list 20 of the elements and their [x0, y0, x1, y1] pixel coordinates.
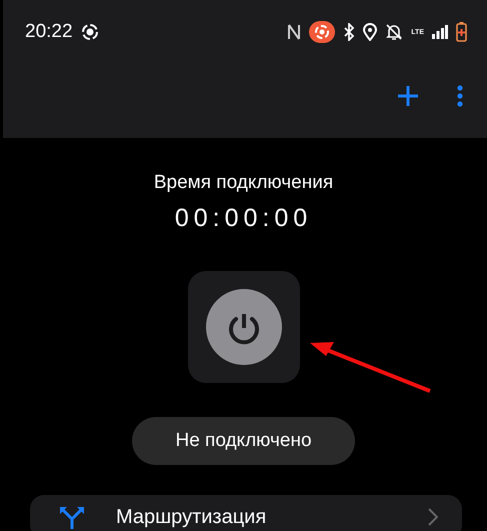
screen-record-icon	[309, 21, 336, 43]
menu-item[interactable]: Маршрутизация	[30, 495, 462, 531]
battery-icon	[456, 22, 467, 42]
chevron-right-icon	[428, 508, 438, 526]
status-time: 20:22	[25, 21, 73, 43]
power-button[interactable]	[188, 271, 300, 383]
connection-time-label: Время подключения	[154, 172, 334, 194]
signal-icon	[432, 25, 448, 39]
add-icon[interactable]	[397, 85, 419, 107]
connection-status-button[interactable]: Не подключено	[132, 417, 355, 465]
power-icon	[206, 289, 282, 365]
nfc-icon	[287, 23, 302, 41]
connection-timer: 00:00:00	[174, 204, 312, 233]
location-icon	[363, 23, 378, 41]
bluetooth-icon	[343, 23, 356, 41]
record-icon	[80, 23, 99, 41]
routing-arrows-icon	[58, 505, 86, 529]
more-options-icon[interactable]	[457, 85, 463, 107]
muted-bell-icon	[385, 23, 404, 41]
menu-item-label: Маршрутизация	[116, 506, 268, 528]
